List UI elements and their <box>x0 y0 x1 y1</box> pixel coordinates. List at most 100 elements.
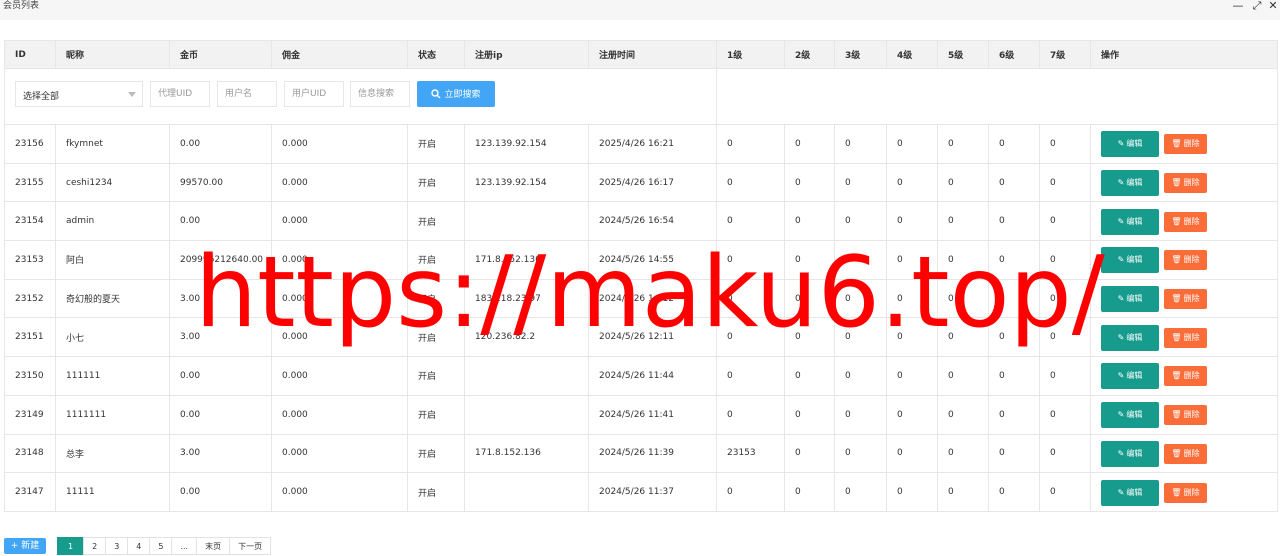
edit-button[interactable]: ✎ 编辑 <box>1101 363 1159 390</box>
delete-button[interactable]: 🗑 删除 <box>1164 289 1207 310</box>
cell-status: 开启 <box>407 240 465 280</box>
maximize-icon[interactable]: ⤢ <box>1250 0 1264 13</box>
cell-commission: 0.000 <box>271 162 408 203</box>
column-header: 金币 <box>169 40 272 69</box>
cell-l3: 0 <box>834 162 887 203</box>
cell-l2: 0 <box>784 201 835 242</box>
new-button[interactable]: + 新建 <box>4 538 46 554</box>
cell-ip: 171.8.152.136 <box>464 433 589 474</box>
page-link[interactable]: 4 <box>127 537 151 555</box>
cell-gold: 0.00 <box>169 201 272 242</box>
column-header: 操作 <box>1090 40 1278 69</box>
cell-nick: 111111 <box>55 356 170 396</box>
cell-l7: 0 <box>1039 162 1091 203</box>
cell-id: 23155 <box>4 162 56 203</box>
cell-l7: 0 <box>1039 317 1091 358</box>
cell-time: 2024/5/26 14:55 <box>588 240 717 280</box>
cell-l1: 0 <box>716 201 785 242</box>
delete-button[interactable]: 🗑 删除 <box>1164 327 1207 348</box>
delete-label: 删除 <box>1183 332 1200 342</box>
cell-l3: 0 <box>834 356 887 396</box>
page-link[interactable]: 3 <box>105 537 129 555</box>
pencil-icon: ✎ <box>1117 216 1125 226</box>
username-input[interactable] <box>217 81 277 107</box>
page-link[interactable]: 下一页 <box>229 537 272 555</box>
edit-button[interactable]: ✎ 编辑 <box>1101 479 1159 506</box>
page-link[interactable]: 2 <box>83 537 107 555</box>
user-uid-input[interactable] <box>284 81 344 107</box>
search-button[interactable]: 立即搜索 <box>417 81 495 107</box>
edit-button[interactable]: ✎ 编辑 <box>1101 247 1159 274</box>
edit-button[interactable]: ✎ 编辑 <box>1101 324 1159 351</box>
cell-l7: 0 <box>1039 394 1091 435</box>
cell-l4: 0 <box>886 394 938 435</box>
delete-button[interactable]: 🗑 删除 <box>1164 366 1207 387</box>
pencil-icon: ✎ <box>1117 139 1125 149</box>
cell-status: 开启 <box>407 201 465 242</box>
status-select[interactable]: 选择全部 <box>15 81 143 107</box>
cell-l1: 23153 <box>716 433 785 474</box>
table-row: 23153 阿白 209996212640.00 0.000 开启 171.8.152.1… <box>4 240 1278 280</box>
page-link[interactable]: 1 <box>57 537 85 555</box>
cell-commission: 0.000 <box>271 317 408 358</box>
cell-l5: 0 <box>937 472 989 512</box>
delete-label: 删除 <box>1183 255 1200 265</box>
trash-icon: 🗑 <box>1171 294 1182 304</box>
trash-icon: 🗑 <box>1171 255 1182 265</box>
close-icon[interactable]: ✕ <box>1266 0 1280 13</box>
cell-l5: 0 <box>937 356 989 396</box>
cell-gold: 3.00 <box>169 433 272 474</box>
delete-button[interactable]: 🗑 删除 <box>1164 405 1207 426</box>
column-header: 3级 <box>834 40 887 69</box>
cell-l5: 0 <box>937 162 989 203</box>
page-link[interactable]: 5 <box>149 537 173 555</box>
info-search-input[interactable] <box>350 81 410 107</box>
delete-button[interactable]: 🗑 删除 <box>1164 134 1207 155</box>
edit-button[interactable]: ✎ 编辑 <box>1101 208 1159 235</box>
cell-actions: ✎ 编辑 🗑 删除 <box>1090 278 1278 319</box>
cell-l6: 0 <box>988 278 1040 319</box>
cell-l4: 0 <box>886 240 938 280</box>
minimize-icon[interactable]: — <box>1231 0 1245 13</box>
cell-l2: 0 <box>784 240 835 280</box>
page-link[interactable]: 末页 <box>196 537 231 555</box>
cell-l6: 0 <box>988 472 1040 512</box>
cell-id: 23147 <box>4 472 56 512</box>
trash-icon: 🗑 <box>1171 448 1182 458</box>
cell-l3: 0 <box>834 124 887 164</box>
cell-status: 开启 <box>407 317 465 358</box>
edit-button[interactable]: ✎ 编辑 <box>1101 286 1159 313</box>
edit-button[interactable]: ✎ 编辑 <box>1101 131 1159 158</box>
delete-button[interactable]: 🗑 删除 <box>1164 482 1207 503</box>
pagination: 1 2 3 4 5... 末页 下一页 <box>57 537 272 555</box>
delete-button[interactable]: 🗑 删除 <box>1164 250 1207 271</box>
page-link[interactable]: ... <box>171 537 198 555</box>
cell-ip <box>464 472 589 512</box>
delete-button[interactable]: 🗑 删除 <box>1164 173 1207 194</box>
pencil-icon: ✎ <box>1117 487 1125 497</box>
agent-uid-input[interactable] <box>150 81 210 107</box>
cell-l4: 0 <box>886 124 938 164</box>
delete-button[interactable]: 🗑 删除 <box>1164 443 1207 464</box>
cell-status: 开启 <box>407 472 465 512</box>
cell-ip <box>464 394 589 435</box>
cell-actions: ✎ 编辑 🗑 删除 <box>1090 240 1278 280</box>
chevron-down-icon <box>128 92 136 97</box>
edit-button[interactable]: ✎ 编辑 <box>1101 402 1159 429</box>
edit-button[interactable]: ✎ 编辑 <box>1101 440 1159 467</box>
cell-commission: 0.000 <box>271 240 408 280</box>
delete-button[interactable]: 🗑 删除 <box>1164 211 1207 232</box>
cell-ip: 123.139.92.154 <box>464 124 589 164</box>
edit-button[interactable]: ✎ 编辑 <box>1101 170 1159 197</box>
delete-label: 删除 <box>1183 371 1200 381</box>
cell-l7: 0 <box>1039 201 1091 242</box>
cell-nick: 奇幻般的夏天 <box>55 278 170 319</box>
edit-label: 编辑 <box>1126 255 1143 265</box>
column-header: 4级 <box>886 40 938 69</box>
cell-time: 2024/5/26 11:39 <box>588 433 717 474</box>
cell-l1: 0 <box>716 394 785 435</box>
edit-label: 编辑 <box>1126 294 1143 304</box>
column-header: 6级 <box>988 40 1040 69</box>
cell-time: 2025/4/26 16:17 <box>588 162 717 203</box>
cell-actions: ✎ 编辑 🗑 删除 <box>1090 433 1278 474</box>
